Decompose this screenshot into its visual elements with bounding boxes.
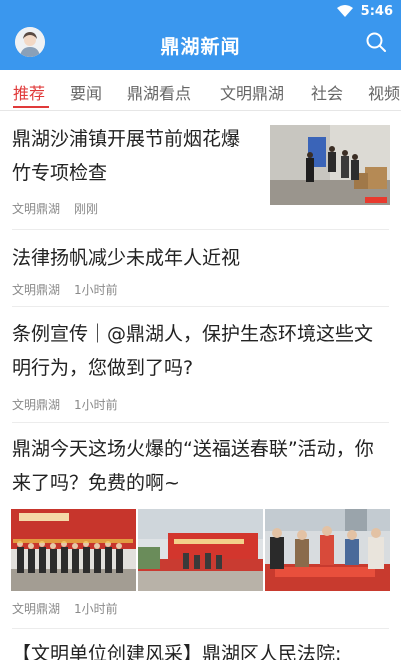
article-title: 鼎湖沙浦镇开展节前烟花爆 竹专项检查: [12, 128, 241, 184]
article-meta: 文明鼎湖 1小时前: [12, 281, 118, 298]
article-time: 1小时前: [74, 398, 118, 412]
wifi-icon: [337, 5, 353, 17]
category-tabs: 推荐 要闻 鼎湖看点 文明鼎湖 社会 视频: [0, 70, 401, 111]
article-item[interactable]: 【文明单位创建风采】鼎湖区人民法院:: [0, 629, 401, 660]
tab-recommended[interactable]: 推荐: [13, 80, 45, 104]
tab-civilized-dinghu[interactable]: 文明鼎湖: [220, 80, 284, 104]
article-time: 1小时前: [74, 602, 118, 616]
article-item[interactable]: 条例宣传｜@鼎湖人，保护生态环境这些文 明行为，您做到了吗? 文明鼎湖 1小时前: [0, 307, 401, 422]
tab-headlines[interactable]: 要闻: [70, 80, 102, 104]
article-thumbnail: [265, 509, 390, 591]
article-title: 鼎湖今天这场火爆的“送福送春联”活动，你 来了吗？免费的啊~: [12, 438, 374, 494]
article-time: 1小时前: [74, 283, 118, 297]
app-title: 鼎湖新闻: [160, 36, 241, 58]
tab-dinghu-highlights[interactable]: 鼎湖看点: [127, 80, 191, 104]
article-thumbnail: [11, 509, 136, 591]
search-icon[interactable]: [365, 31, 387, 53]
article-item[interactable]: 法律扬帆减少未成年人近视 文明鼎湖 1小时前: [0, 230, 401, 306]
app-header: 5:46 鼎湖新闻: [0, 0, 401, 70]
article-time: 刚刚: [74, 202, 99, 216]
article-meta: 文明鼎湖 1小时前: [12, 600, 118, 617]
status-time: 5:46: [360, 4, 393, 19]
article-title: 法律扬帆减少未成年人近视: [12, 247, 241, 269]
article-meta: 文明鼎湖 1小时前: [12, 396, 118, 413]
article-source: 文明鼎湖: [12, 283, 61, 297]
article-title: 条例宣传｜@鼎湖人，保护生态环境这些文 明行为，您做到了吗?: [12, 323, 374, 379]
article-title: 【文明单位创建风采】鼎湖区人民法院:: [12, 643, 342, 660]
article-source: 文明鼎湖: [12, 398, 61, 412]
tab-video[interactable]: 视频: [368, 80, 400, 104]
article-meta: 文明鼎湖 刚刚: [12, 200, 98, 217]
article-item[interactable]: 鼎湖沙浦镇开展节前烟花爆 竹专项检查 文明鼎湖 刚刚: [0, 110, 401, 230]
article-item[interactable]: 鼎湖今天这场火爆的“送福送春联”活动，你 来了吗？免费的啊~ 文明鼎湖 1小时前: [0, 423, 401, 628]
active-tab-indicator: [13, 106, 49, 108]
article-source: 文明鼎湖: [12, 202, 61, 216]
article-thumbnail: [270, 125, 390, 205]
article-thumbnail: [138, 509, 263, 591]
tab-society[interactable]: 社会: [311, 80, 343, 104]
article-source: 文明鼎湖: [12, 602, 61, 616]
